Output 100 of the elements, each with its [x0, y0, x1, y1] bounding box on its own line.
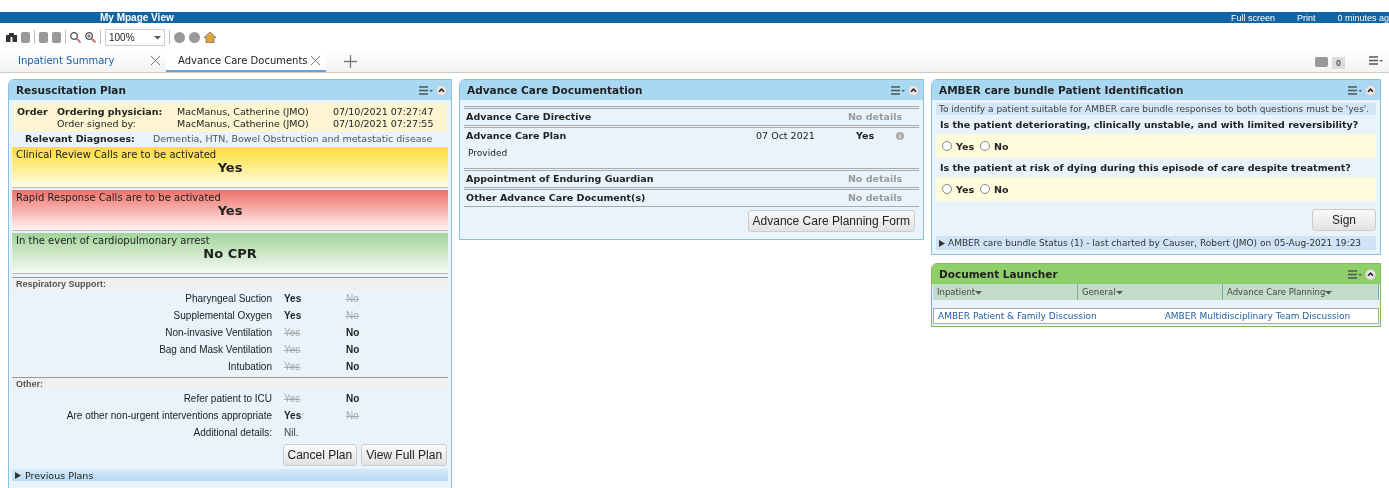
support-option: Yes [284, 393, 346, 404]
support-label: Supplemental Oxygen [172, 310, 273, 321]
order-time: 07/10/2021 07:27:55 [333, 118, 435, 129]
alert-title: Clinical Review Calls are to be activated [16, 149, 218, 160]
previous-plans-toggle[interactable]: Previous Plans [12, 469, 449, 481]
add-tab-icon[interactable] [344, 55, 357, 68]
document-note: Provided [467, 147, 509, 160]
section-header: Respiratory Support: [12, 277, 449, 290]
document-date: 07 Oct 2021 [756, 130, 816, 141]
document-status: No details [847, 173, 904, 184]
order-time: 07/10/2021 07:27:47 [333, 106, 435, 117]
radio-option[interactable]: Yes [942, 183, 975, 195]
collapse-icon[interactable] [1365, 84, 1376, 96]
support-option: Yes [284, 344, 346, 355]
launcher-category[interactable]: Advance Care Planning [1223, 284, 1379, 300]
panel-title: AMBER care bundle Patient Identification [939, 84, 1184, 96]
support-option: Yes [284, 293, 346, 304]
document-name: Other Advance Care Document(s) [466, 192, 647, 203]
expand-icon [15, 471, 21, 479]
question-text: Is the patient at risk of dying during this episode of care despite treatment? [939, 161, 1352, 175]
question-text: Is the patient deteriorating, clinically unstable, and with limited reversibility? [939, 118, 1360, 132]
sign-button[interactable]: Sign [1312, 209, 1376, 231]
menu-icon[interactable] [419, 85, 434, 95]
support-option: No [346, 344, 386, 355]
support-label: Intubation [227, 361, 273, 372]
header-action[interactable]: 0 minutes ag [1337, 12, 1389, 23]
expand-icon [939, 239, 945, 247]
launcher-category[interactable]: General [1078, 284, 1223, 300]
radio-option[interactable]: No [980, 140, 1009, 152]
collapse-icon[interactable] [436, 84, 448, 96]
physician-name: MacManus, Catherine (JMO) [177, 106, 310, 117]
zoom-select[interactable]: 100% [105, 28, 165, 46]
tab[interactable]: Inpatient Summary [6, 51, 166, 72]
alert-value: Yes [216, 203, 244, 218]
details-label: Additional details: [192, 427, 273, 438]
document-link[interactable]: AMBER Multidisciplinary Team Discussion [1164, 311, 1351, 321]
instruction-text: To identify a patient suitable for AMBER care bundle responses to both questions must be 'yes'. [936, 103, 1376, 115]
document-name: Advance Care Directive [466, 111, 593, 122]
order-field-label: Ordering physician: [57, 106, 164, 117]
panel-title: Advance Care Documentation [467, 84, 643, 96]
circle-icon[interactable] [174, 31, 185, 43]
collapse-icon[interactable] [1365, 268, 1376, 280]
support-label: Are other non-urgent interventions appropriate [65, 410, 273, 421]
support-label: Bag and Mask Ventilation [158, 344, 273, 355]
radio-option[interactable]: Yes [942, 140, 975, 152]
support-option: No [346, 361, 386, 372]
document-link[interactable]: AMBER Patient & Family Discussion [938, 311, 1097, 321]
section-header: Other: [12, 377, 449, 390]
menu-icon[interactable] [1348, 269, 1362, 279]
diagnoses-label: Relevant Diagnoses: [25, 133, 135, 144]
header-action[interactable]: Print [1296, 12, 1316, 23]
binoculars-icon[interactable] [6, 32, 17, 42]
support-option: No [346, 327, 386, 338]
support-option: Yes [284, 410, 346, 421]
home-icon[interactable] [204, 31, 216, 43]
zoom-in-icon[interactable] [85, 31, 96, 43]
document-name: Advance Care Plan [466, 130, 568, 141]
sort-icon [1115, 290, 1123, 295]
header-action[interactable]: Full screen [1230, 12, 1275, 23]
diagnoses-text: Dementia, HTN, Bowel Obstruction and metastatic disease [152, 133, 433, 144]
alert-title: Rapid Response Calls are to be activated [16, 192, 222, 203]
menu-icon[interactable] [1369, 56, 1383, 65]
panel-title: Resuscitation Plan [16, 84, 126, 96]
document-status: No details [847, 111, 904, 122]
launcher-category[interactable]: Inpatient [933, 284, 1078, 300]
menu-icon[interactable] [891, 85, 905, 95]
sort-icon [1325, 290, 1333, 295]
plan-button[interactable]: View Full Plan [361, 444, 448, 466]
close-icon[interactable] [151, 56, 160, 65]
plan-button[interactable]: Cancel Plan [282, 444, 358, 466]
alert-value: Yes [216, 160, 244, 175]
alert-title: In the event of cardiopulmonary arrest [16, 235, 211, 246]
support-option: Yes [284, 361, 346, 372]
order-field-label: Order signed by: [57, 118, 137, 129]
panel-title: Document Launcher [939, 268, 1058, 280]
support-option: No [346, 410, 386, 421]
details-value: Nil. [284, 427, 300, 438]
support-label: Pharyngeal Suction [184, 293, 273, 304]
support-option: Yes [284, 327, 346, 338]
notification-count: 0 [1332, 57, 1345, 69]
circle-icon[interactable] [189, 31, 200, 43]
order-label: Order [17, 106, 49, 117]
document-name: Appointment of Enduring Guardian [466, 173, 655, 184]
support-label: Refer patient to ICU [182, 393, 273, 404]
status-toggle[interactable]: AMBER care bundle Status (1) - last charted by Causer, Robert (JMO) on 05-Aug-2021 19:23 [936, 236, 1376, 250]
collapse-icon[interactable] [908, 84, 919, 96]
support-option: Yes [284, 310, 346, 321]
zoom-out-icon[interactable] [70, 31, 81, 43]
planning-form-button[interactable]: Advance Care Planning Form [747, 210, 915, 232]
close-icon[interactable] [311, 56, 320, 65]
support-option: No [346, 310, 386, 321]
alert-value: No CPR [202, 246, 258, 261]
sort-icon [154, 34, 161, 40]
document-value: Yes [856, 130, 876, 141]
support-option: No [346, 293, 386, 304]
support-label: Non-invasive Ventilation [164, 327, 273, 338]
menu-icon[interactable] [1348, 85, 1362, 95]
document-status: No details [847, 192, 904, 203]
sort-icon [975, 290, 983, 295]
radio-option[interactable]: No [980, 183, 1009, 195]
